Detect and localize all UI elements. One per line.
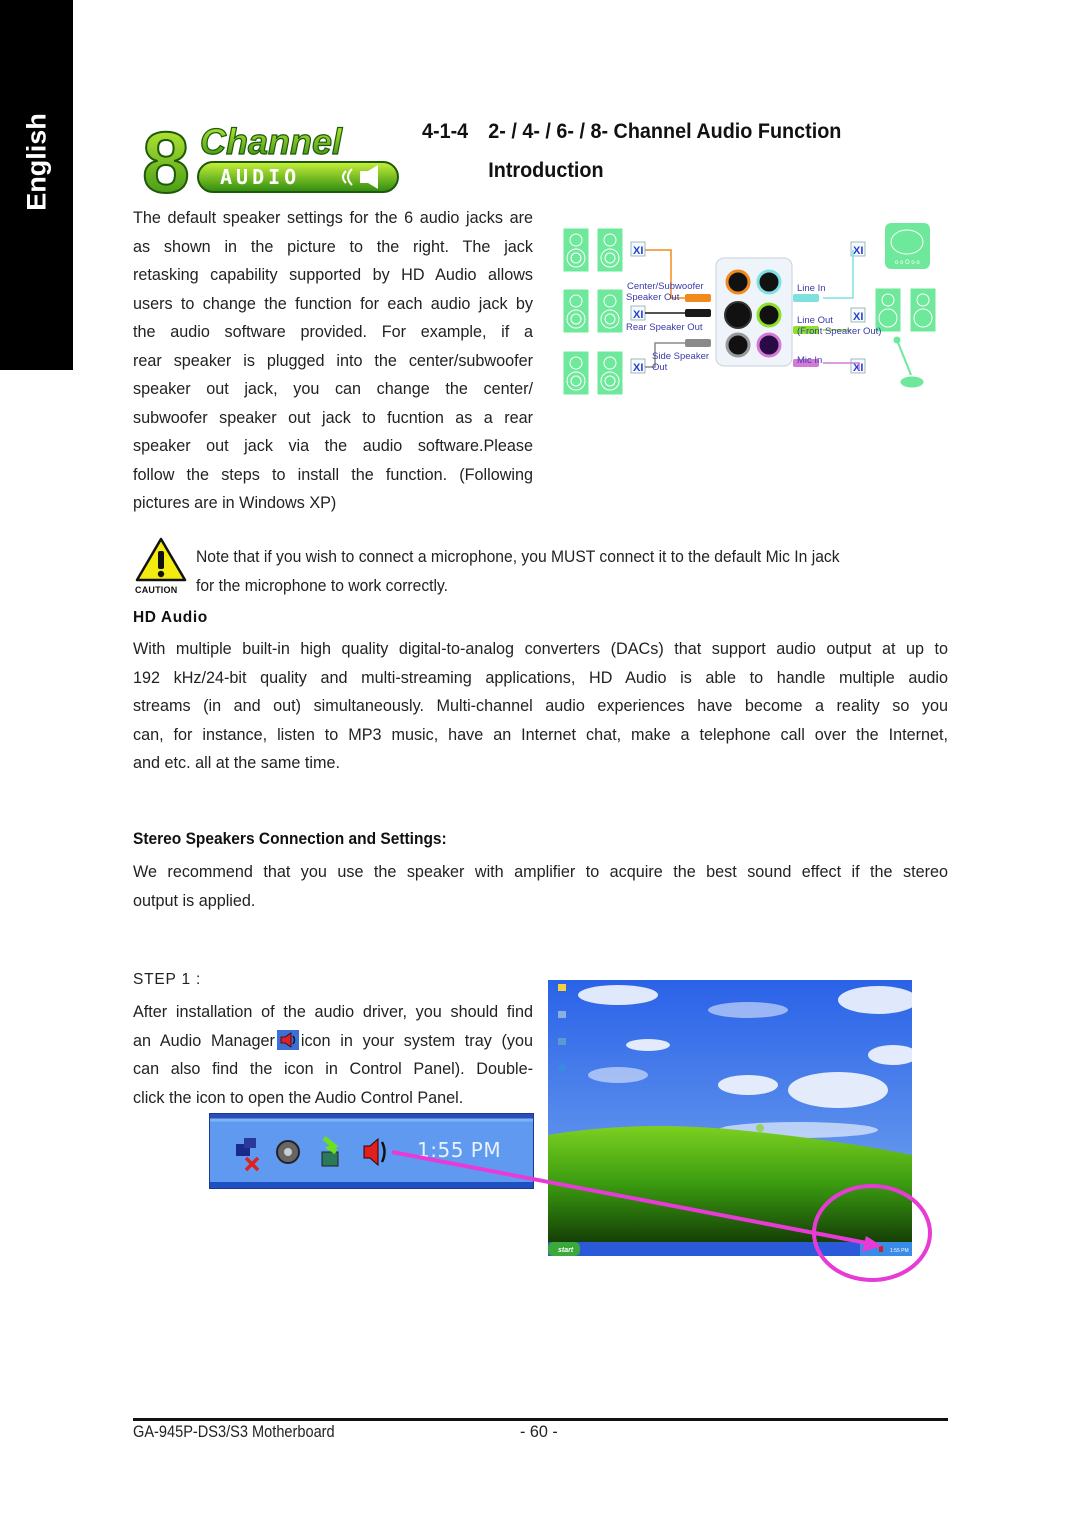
intro-line: follow the steps to install the function…: [133, 465, 533, 484]
intro-line: speaker out jack via the audio software.…: [133, 437, 533, 455]
jack-panel: [715, 257, 793, 367]
caution-icon: CAUTION: [133, 536, 189, 596]
step-1-paragraph: After installation of the audio driver, …: [133, 998, 533, 1112]
caution-line: for the microphone to work correctly.: [196, 576, 449, 595]
svg-text:XI: XI: [853, 311, 863, 323]
svg-text:XI: XI: [633, 245, 643, 257]
svg-text:XI: XI: [633, 362, 643, 374]
step-1-line: After installation of the audio driver, …: [133, 1003, 533, 1021]
label-front-speaker-out: (Front Speaker Out): [797, 326, 882, 337]
intro-line: retasking capability supported by HD Aud…: [133, 266, 533, 284]
footer-model: GA-945P-DS3/S3 Motherboard: [133, 1423, 335, 1441]
svg-text:o o O o o: o o O o o: [895, 260, 920, 266]
language-tab-label: English: [21, 113, 52, 211]
svg-text:XI: XI: [633, 309, 643, 321]
label-center-subwoofer-2: Speaker Out: [626, 292, 680, 303]
intro-paragraph: The default speaker settings for the 6 a…: [133, 204, 533, 518]
hd-audio-paragraph: With multiple built-in high quality digi…: [133, 635, 948, 778]
footer-divider: [133, 1418, 948, 1421]
section-title-line2: Introduction: [488, 158, 604, 182]
label-line-in: Line In: [797, 283, 826, 294]
intro-line: the audio software provided. For example…: [133, 323, 533, 341]
speaker-disc-icon: [276, 1140, 300, 1164]
language-tab: English: [0, 0, 73, 370]
taskbar: [548, 1242, 912, 1256]
label-side-speaker: Side Speaker: [652, 351, 710, 362]
step-1-line: can also find the icon in Control Panel)…: [133, 1060, 533, 1078]
microphone-icon: [893, 336, 924, 388]
intro-line: subwoofer speaker out jack to fucntion a…: [133, 408, 533, 427]
label-side-speaker-2: Out: [652, 362, 668, 373]
hd-audio-line: 192 kHz/24-bit quality and multi-streami…: [133, 668, 948, 687]
label-rear-speaker: Rear Speaker Out: [626, 322, 703, 333]
caution-line: Note that if you wish to connect a micro…: [196, 548, 840, 566]
system-tray-closeup: 1:55 PM: [209, 1113, 534, 1189]
svg-text:8: 8: [142, 118, 190, 198]
stereo-title: Stereo Speakers Connection and Settings:: [133, 830, 447, 848]
step-1-line: an Audio Manager icon in your system tray…: [133, 1027, 533, 1056]
step-1-title: STEP 1 :: [133, 971, 202, 988]
hd-audio-title: HD Audio: [133, 609, 208, 626]
hd-audio-line: With multiple built-in high quality digi…: [133, 640, 948, 658]
taskbar-clock: 1:55 PM: [890, 1248, 909, 1254]
stereo-line: We recommend that you use the speaker wi…: [133, 863, 948, 881]
stereo-paragraph: We recommend that you use the speaker wi…: [133, 858, 948, 915]
audio-manager-tray-icon: [363, 1137, 386, 1167]
section-number: 4-1-4: [422, 119, 469, 143]
intro-line: speaker out jack, you can change the cen…: [133, 380, 533, 398]
logo-text-audio: AUDIO: [220, 165, 300, 189]
network-disconnected-icon: [236, 1138, 260, 1172]
section-title-line1: 2- / 4- / 6- / 8- Channel Audio Function: [488, 119, 842, 143]
audio-jack-diagram: XI XI XI XI XI XI o o O o o Center/Subwo…: [555, 220, 950, 410]
page-number: - 60 -: [520, 1423, 558, 1441]
subwoofer-icon: o o O o o: [885, 223, 930, 269]
section-heading: 4-1-4 2- / 4- / 6- / 8- Channel Audio Fun…: [422, 112, 841, 190]
hd-audio-line: streams (in and out) simultaneously. Mul…: [133, 697, 948, 715]
label-mic-in: Mic In: [797, 355, 823, 366]
label-center-subwoofer: Center/Subwoofer: [627, 281, 704, 292]
front-speakers-icon: [874, 287, 937, 333]
intro-line: rear speaker is plugged into the center/…: [133, 351, 533, 370]
audio-manager-icon: [276, 1029, 299, 1050]
hd-audio-line: and etc. all at the same time.: [133, 754, 340, 772]
step-1-line2-before: an Audio Manager: [133, 1031, 275, 1050]
logo-text-channel: Channel: [200, 121, 343, 162]
svg-text:XI: XI: [853, 245, 863, 257]
label-line-out: Line Out: [797, 315, 833, 326]
start-label: start: [558, 1247, 574, 1254]
intro-line: as shown in the picture to the right. Th…: [133, 237, 533, 256]
intro-line: pictures are in Windows XP): [133, 494, 337, 512]
step-1-line2-after: icon in your system tray (you: [300, 1031, 533, 1050]
stereo-line: output is applied.: [133, 891, 256, 910]
windows-xp-desktop-screenshot: start 1:55 PM: [548, 980, 912, 1256]
rear-left-speakers-icon: [562, 227, 624, 396]
step-1-line: click the icon to open the Audio Control…: [133, 1088, 464, 1107]
hd-audio-line: can, for instance, listen to MP3 music, …: [133, 725, 948, 744]
caution-note: Note that if you wish to connect a micro…: [196, 543, 922, 600]
intro-line: users to change the function for each au…: [133, 294, 533, 313]
eight-channel-audio-logo: 8 Channel AUDIO: [140, 114, 406, 212]
intro-line: The default speaker settings for the 6 a…: [133, 209, 533, 227]
safely-remove-hardware-icon: [321, 1136, 339, 1167]
caution-label: CAUTION: [135, 585, 178, 595]
tray-clock: 1:55 PM: [417, 1138, 502, 1162]
svg-text:XI: XI: [853, 362, 863, 374]
